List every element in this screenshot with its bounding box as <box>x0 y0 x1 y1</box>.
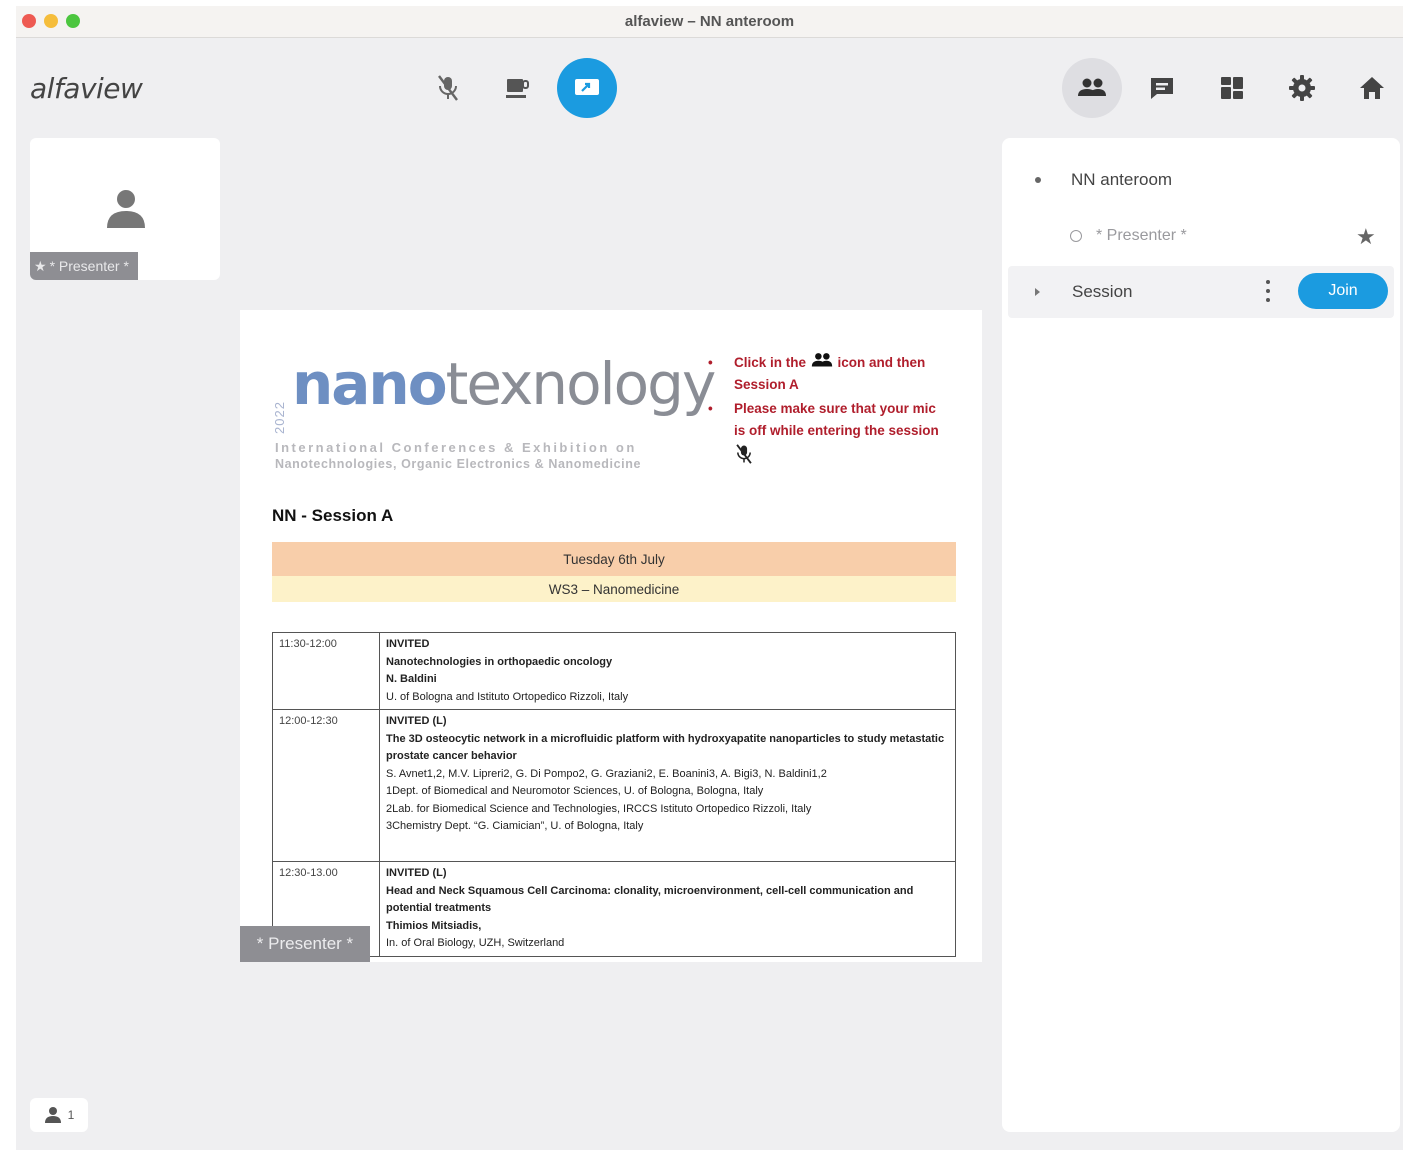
home-icon <box>1360 77 1384 99</box>
participant-status-circle-icon <box>1070 230 1082 242</box>
schedule-line: S. Avnet1,2, M.V. Lipreri2, G. Di Pompo2… <box>386 767 827 780</box>
screen-share-icon <box>575 79 599 95</box>
user-count-badge[interactable]: 1 <box>30 1098 88 1132</box>
shared-screen: 2022 nanotexnology International Confere… <box>240 310 982 962</box>
mic-muted-icon <box>736 444 752 464</box>
schedule-line: 3Chemistry Dept. “G. Ciamician”, U. of B… <box>386 820 644 832</box>
join-instructions: Click in the icon and then Session A Ple… <box>706 352 946 472</box>
nanotexnology-logo: 2022 nanotexnology International Confere… <box>272 350 716 471</box>
schedule-line: In. of Oral Biology, UZH, Switzerland <box>386 937 565 949</box>
mic-muted-icon <box>438 75 458 101</box>
schedule-details: INVITED Nanotechnologies in orthopaedic o… <box>379 632 956 710</box>
user-icon <box>44 1107 61 1123</box>
mic-mute-button[interactable] <box>433 72 463 104</box>
people-icon <box>811 353 832 367</box>
app-logo: alfaview <box>30 72 143 105</box>
layout-button[interactable] <box>1216 72 1248 104</box>
schedule-details: INVITED (L) Head and Neck Squamous Cell C… <box>379 861 956 957</box>
settings-gear-icon <box>1289 75 1315 101</box>
schedule-line: Nanotechnologies in orthopaedic oncology <box>386 655 613 668</box>
participants-sidebar: NN anteroom * Presenter * ★ Session Join <box>1002 138 1400 1132</box>
session-row[interactable]: Session Join <box>1008 266 1394 318</box>
date-band: Tuesday 6th July <box>272 542 956 576</box>
settings-button[interactable] <box>1286 72 1318 104</box>
expand-triangle-icon[interactable] <box>1035 288 1040 296</box>
user-avatar-icon <box>107 190 145 228</box>
chat-icon <box>1151 78 1173 99</box>
room-row[interactable]: NN anteroom <box>1002 160 1400 200</box>
room-name: NN anteroom <box>1071 170 1173 189</box>
schedule-line: U. of Bologna and Istituto Ortopedico Ri… <box>386 690 629 703</box>
participant-name: * Presenter * <box>1096 227 1187 244</box>
self-tile-label: ★ * Presenter * <box>30 252 138 280</box>
coffee-break-icon <box>506 79 529 98</box>
title-bar: alfaview – NN anteroom <box>16 6 1403 38</box>
layout-grid-icon <box>1221 77 1243 99</box>
room-status-dot-icon <box>1035 177 1041 183</box>
presenter-label: * Presenter * <box>240 926 370 962</box>
schedule-row: 11:30-12:00 INVITED Nanotechnologies in or… <box>272 632 956 710</box>
instruction-item: Please make sure that your mic is off wh… <box>706 398 946 470</box>
window-title: alfaview – NN anteroom <box>624 13 795 30</box>
schedule-line: 2Lab. for Biomedical Science and Technol… <box>386 802 812 815</box>
schedule-line: INVITED (L) <box>386 715 447 727</box>
schedule-time: 11:30-12:00 <box>272 632 380 710</box>
chat-button[interactable] <box>1146 72 1178 104</box>
schedule-line: 1Dept. of Biomedical and Neuromotor Scie… <box>386 785 764 797</box>
schedule-time: 12:00-12:30 <box>272 709 380 862</box>
schedule-table: 11:30-12:00 INVITED Nanotechnologies in or… <box>272 632 956 957</box>
instruction-item: Click in the icon and then Session A <box>706 352 946 396</box>
schedule-row: 12:30-13.00 INVITED (L) Head and Neck Squa… <box>272 861 956 957</box>
more-options-icon[interactable] <box>1266 280 1270 302</box>
home-button[interactable] <box>1356 72 1388 104</box>
schedule-line: Head and Neck Squamous Cell Carcinoma: c… <box>386 884 914 915</box>
session-title: NN - Session A <box>272 506 394 525</box>
schedule-line: The 3D osteocytic network in a microflui… <box>386 732 945 763</box>
schedule-row: 12:00-12:30 INVITED (L) The 3D osteocytic … <box>272 709 956 862</box>
workshop-band: WS3 – Nanomedicine <box>272 576 956 602</box>
schedule-details: INVITED (L) The 3D osteocytic network in … <box>379 709 956 862</box>
star-icon: ★ <box>34 257 47 274</box>
user-count: 1 <box>67 1108 75 1122</box>
app-window: alfaview – NN anteroom alfaview ★ * Pres… <box>16 6 1403 1150</box>
session-name: Session <box>1072 282 1133 301</box>
coffee-break-button[interactable] <box>502 72 532 104</box>
screen-share-button[interactable] <box>557 58 617 118</box>
join-button[interactable]: Join <box>1298 273 1388 309</box>
schedule-line: Thimios Mitsiadis, <box>386 919 482 932</box>
participants-button[interactable] <box>1062 58 1122 118</box>
schedule-line: N. Baldini <box>386 673 437 685</box>
participant-row[interactable]: * Presenter * ★ <box>1002 216 1400 256</box>
people-icon <box>1078 78 1106 96</box>
star-icon[interactable]: ★ <box>1356 224 1376 250</box>
schedule-line: INVITED <box>386 638 430 650</box>
schedule-line: INVITED (L) <box>386 867 447 879</box>
